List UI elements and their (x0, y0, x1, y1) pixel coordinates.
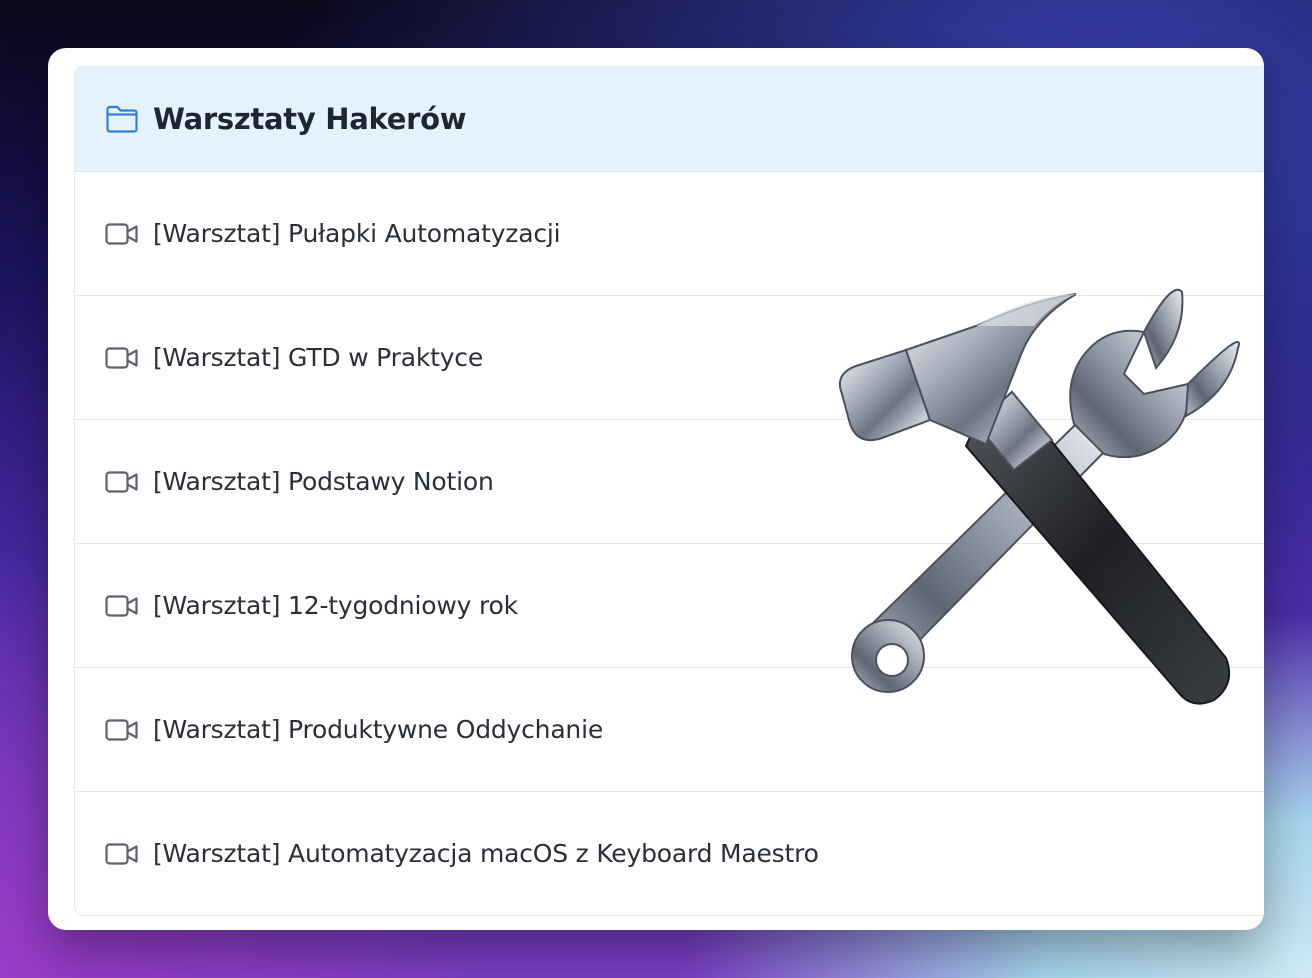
video-icon (105, 718, 139, 742)
hammer-and-wrench-icon (826, 274, 1256, 714)
lesson-title: [Warsztat] Produktywne Oddychanie (153, 715, 604, 744)
lesson-title: [Warsztat] Automatyzacja macOS z Keyboar… (153, 839, 819, 868)
video-icon (105, 842, 139, 866)
video-icon (105, 470, 139, 494)
folder-icon (105, 104, 139, 134)
video-icon (105, 346, 139, 370)
lesson-title: [Warsztat] Podstawy Notion (153, 467, 494, 496)
lesson-title: [Warsztat] Pułapki Automatyzacji (153, 219, 561, 248)
lesson-title: [Warsztat] 12-tygodniowy rok (153, 591, 518, 620)
course-card: Warsztaty Hakerów [Warsztat] Pułapki Aut… (48, 48, 1264, 930)
video-icon (105, 594, 139, 618)
lesson-title: [Warsztat] GTD w Praktyce (153, 343, 484, 372)
folder-title: Warsztaty Hakerów (153, 102, 467, 136)
lesson-item[interactable]: [Warsztat] Automatyzacja macOS z Keyboar… (75, 792, 1264, 915)
folder-header[interactable]: Warsztaty Hakerów (75, 67, 1264, 172)
video-icon (105, 222, 139, 246)
